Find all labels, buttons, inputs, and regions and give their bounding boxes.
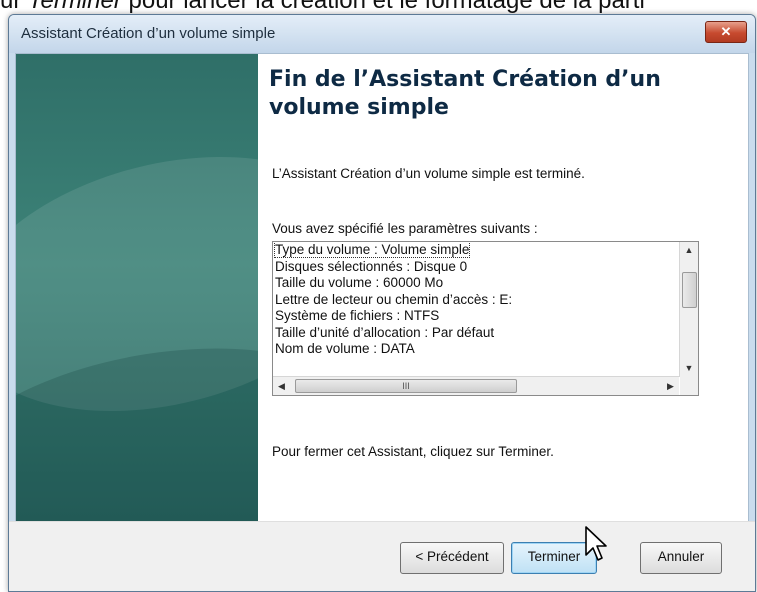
list-item[interactable]: Type du volume : Volume simple xyxy=(273,242,679,259)
vertical-scrollbar[interactable]: ▲ ▼ xyxy=(679,242,698,377)
scroll-left-icon[interactable]: ◀ xyxy=(273,377,290,395)
scroll-down-icon[interactable]: ▼ xyxy=(680,360,698,377)
list-item[interactable]: Taille d’unité d’allocation : Par défaut xyxy=(273,325,679,342)
wizard-window: Assistant Création d’un volume simple ✕ … xyxy=(8,14,756,592)
window-title: Assistant Création d’un volume simple xyxy=(21,25,276,42)
title-bar[interactable]: Assistant Création d’un volume simple ✕ xyxy=(9,15,755,53)
back-button[interactable]: < Précédent xyxy=(400,542,504,574)
close-icon: ✕ xyxy=(720,24,732,39)
scrollbar-corner xyxy=(680,377,698,395)
list-item[interactable]: Disques sélectionnés : Disque 0 xyxy=(273,259,679,276)
list-item[interactable]: Nom de volume : DATA xyxy=(273,341,679,358)
close-instruction: Pour fermer cet Assistant, cliquez sur T… xyxy=(272,444,554,459)
params-listbox[interactable]: Type du volume : Volume simple Disques s… xyxy=(272,241,699,396)
horizontal-scrollbar[interactable]: ◀ III ▶ xyxy=(273,376,679,395)
mouse-pointer-icon xyxy=(585,526,607,561)
cancel-button[interactable]: Annuler xyxy=(640,542,722,574)
params-list: Type du volume : Volume simple Disques s… xyxy=(273,242,679,376)
caption-suffix: pour lancer la création et le formatage … xyxy=(121,0,645,14)
params-label: Vous avez spécifié les paramètres suivan… xyxy=(272,221,538,236)
caption-prefix: ur xyxy=(0,0,29,14)
wizard-side-banner xyxy=(16,54,258,521)
page-title: Fin de l’Assistant Création d’un volume … xyxy=(269,67,661,120)
vertical-scroll-thumb[interactable] xyxy=(682,272,697,308)
wizard-content: Fin de l’Assistant Création d’un volume … xyxy=(15,53,749,522)
list-item[interactable]: Taille du volume : 60000 Mo xyxy=(273,275,679,292)
completed-message: L’Assistant Création d’un volume simple … xyxy=(272,166,585,181)
scroll-grip-icon: III xyxy=(402,381,410,391)
scroll-right-icon[interactable]: ▶ xyxy=(662,377,679,395)
button-bar: < Précédent Terminer Annuler xyxy=(9,521,755,591)
list-item[interactable]: Lettre de lecteur ou chemin d’accès : E: xyxy=(273,292,679,309)
list-item[interactable]: Système de fichiers : NTFS xyxy=(273,308,679,325)
close-button[interactable]: ✕ xyxy=(705,21,747,43)
scroll-up-icon[interactable]: ▲ xyxy=(680,242,698,259)
horizontal-scroll-thumb[interactable]: III xyxy=(295,379,517,393)
caption-emphasis: Terminer xyxy=(28,0,122,14)
